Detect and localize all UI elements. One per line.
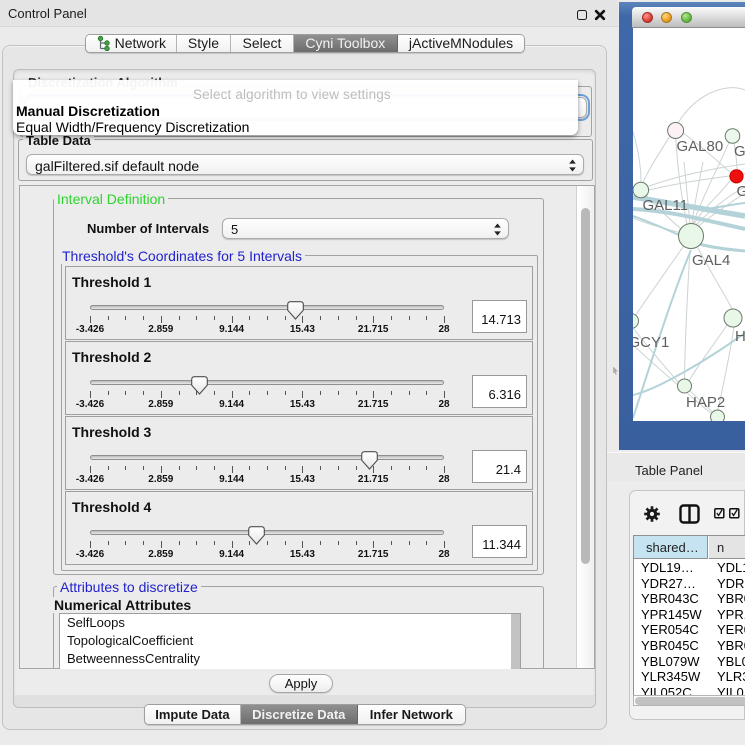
svg-text:HA: HA	[735, 328, 745, 345]
svg-text:GAL80: GAL80	[677, 138, 724, 155]
svg-text:GAL11: GAL11	[643, 197, 689, 214]
svg-text:HAP2: HAP2	[686, 394, 725, 411]
svg-text:GA: GA	[737, 183, 745, 200]
svg-text:GAL4: GAL4	[692, 252, 730, 269]
svg-text:GA: GA	[734, 143, 745, 160]
svg-text:GCY1: GCY1	[633, 334, 669, 351]
